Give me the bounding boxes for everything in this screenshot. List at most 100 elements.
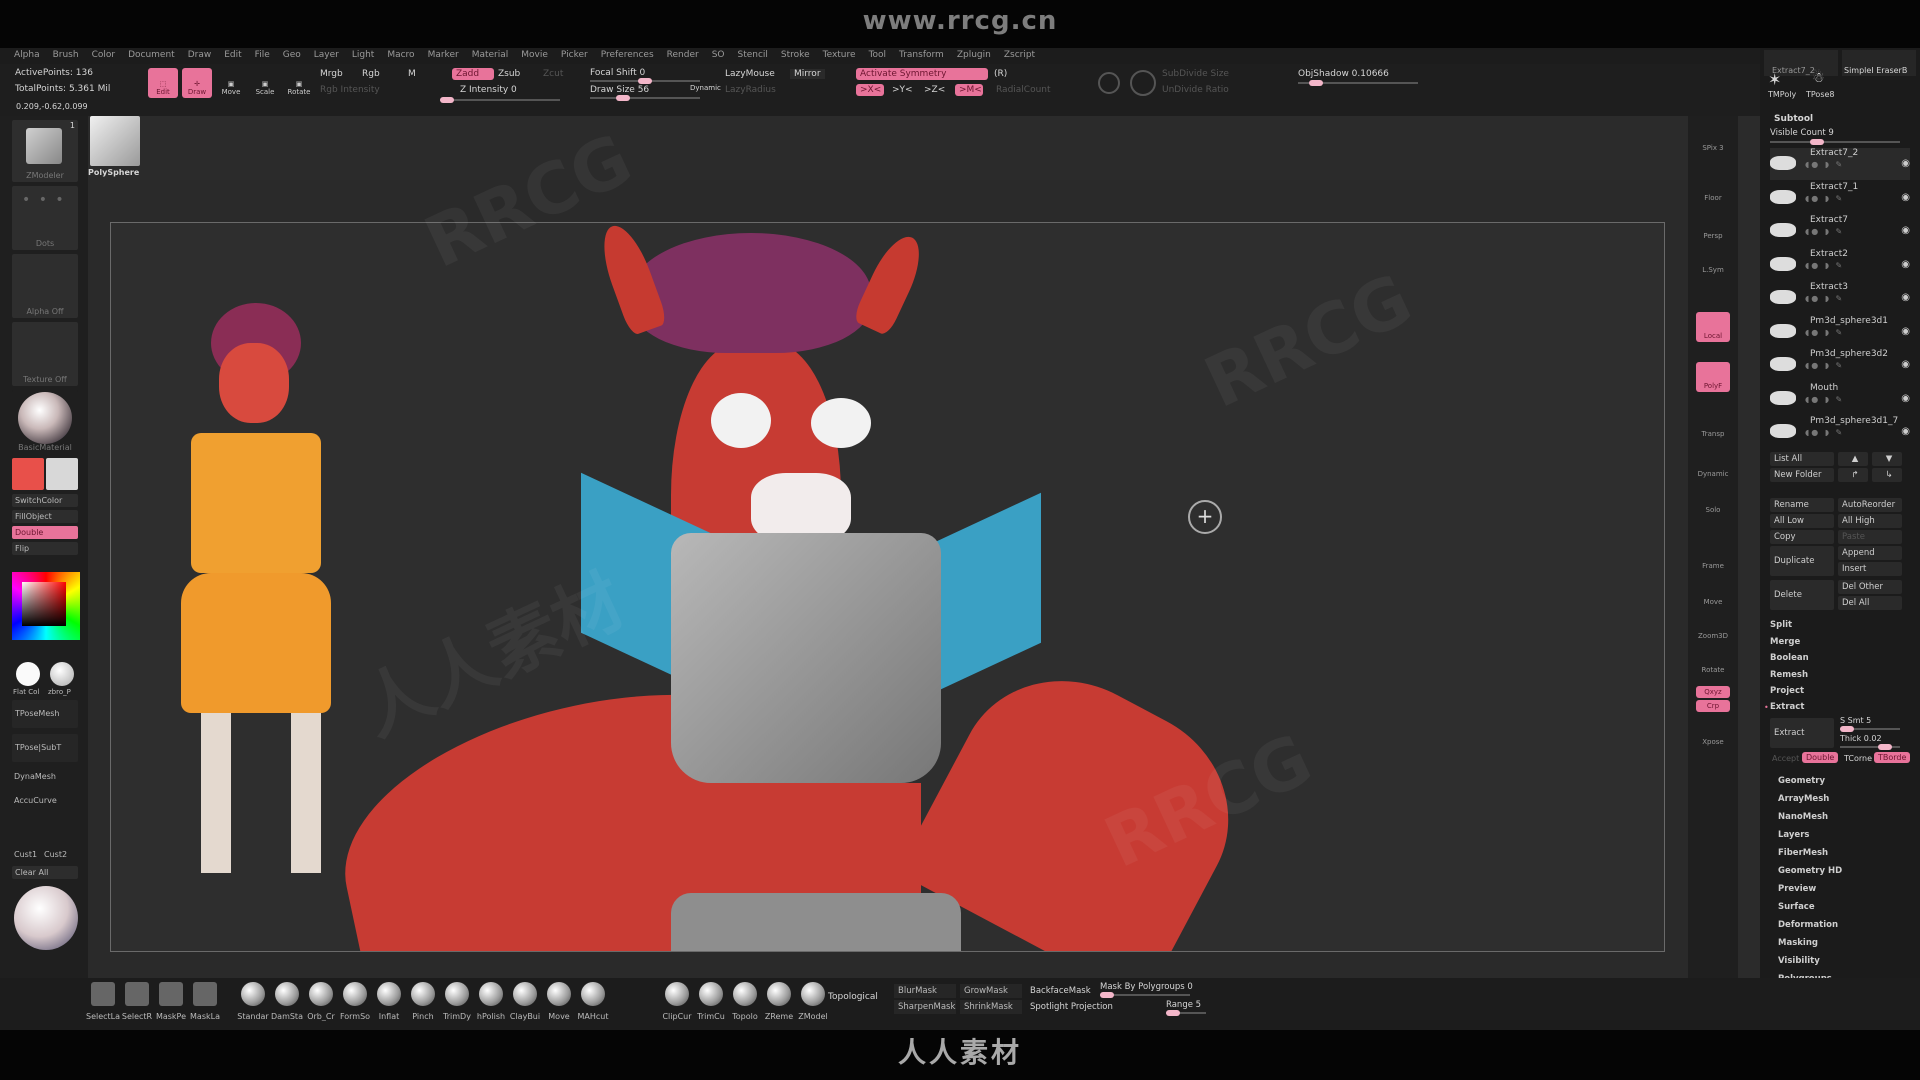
subtool-title[interactable]: Subtool: [1774, 114, 1813, 124]
dynamic-toggle[interactable]: Dynamic: [690, 84, 721, 92]
brush-standar[interactable]: Standar: [236, 982, 270, 1028]
paste-button[interactable]: Paste: [1838, 530, 1902, 544]
move-up-icon[interactable]: ▲: [1838, 452, 1868, 466]
menu-zscript[interactable]: Zscript: [1004, 48, 1042, 64]
draw-size-knob[interactable]: [615, 95, 630, 101]
menu-tool[interactable]: Tool: [869, 48, 893, 64]
dynamesh-button[interactable]: DynaMesh: [14, 772, 56, 781]
palette-deformation[interactable]: Deformation: [1778, 920, 1838, 930]
copy-button[interactable]: Copy: [1770, 530, 1834, 544]
menu-movie[interactable]: Movie: [521, 48, 555, 64]
brush-move[interactable]: Move: [542, 982, 576, 1028]
objshadow-knob[interactable]: [1308, 80, 1323, 86]
autoreorder-button[interactable]: AutoReorder: [1838, 498, 1902, 512]
brush-pinch[interactable]: Pinch: [406, 982, 440, 1028]
brush-selectr[interactable]: SelectR: [120, 982, 154, 1028]
tcorner-toggle[interactable]: TCorne: [1844, 754, 1872, 763]
menu-file[interactable]: File: [255, 48, 277, 64]
document-canvas[interactable]: +: [110, 222, 1665, 952]
mrgb-button[interactable]: Mrgb: [320, 69, 343, 79]
cust2-button[interactable]: Cust2: [44, 850, 67, 859]
shelf-spix-3-button[interactable]: SPix 3: [1696, 124, 1730, 154]
draw-size-slider[interactable]: [590, 95, 700, 101]
gizmo-icon[interactable]: [1098, 72, 1120, 94]
arrow-turn-right-icon[interactable]: ↱: [1838, 468, 1868, 482]
palette-preview[interactable]: Preview: [1778, 884, 1816, 894]
mask-by-polygroups-slider[interactable]: [1100, 992, 1190, 998]
move-button[interactable]: ▣ Move: [216, 68, 246, 98]
brush-maskla[interactable]: MaskLa: [188, 982, 222, 1028]
palette-nanomesh[interactable]: NanoMesh: [1778, 812, 1828, 822]
menu-picker[interactable]: Picker: [561, 48, 595, 64]
duplicate-button[interactable]: Duplicate: [1770, 546, 1834, 576]
color-picker[interactable]: [12, 572, 80, 640]
subtool-row[interactable]: Extract3 ◖● ◗ ✎ ◉: [1770, 282, 1910, 314]
menu-render[interactable]: Render: [667, 48, 706, 64]
subtool-toggle-icons[interactable]: ◖● ◗ ✎: [1805, 428, 1844, 437]
alpha-tile[interactable]: Alpha Off: [12, 254, 78, 318]
eye-icon[interactable]: ◉: [1901, 192, 1910, 203]
subtool-row[interactable]: Extract7_2 ◖● ◗ ✎ ◉: [1770, 148, 1910, 180]
radial-count-slider[interactable]: RadialCount: [996, 85, 1051, 95]
m-button[interactable]: M: [408, 69, 416, 79]
eye-icon[interactable]: ◉: [1901, 225, 1910, 236]
brush-zreme[interactable]: ZReme: [762, 982, 796, 1028]
shelf-persp-button[interactable]: Persp: [1696, 212, 1730, 242]
menu-transform[interactable]: Transform: [899, 48, 951, 64]
scale-button[interactable]: ▣ Scale: [250, 68, 280, 98]
brush-claybui[interactable]: ClayBui: [508, 982, 542, 1028]
topological-label[interactable]: Topological: [828, 992, 878, 1002]
menu-light[interactable]: Light: [352, 48, 381, 64]
rgb-intensity-slider[interactable]: Rgb Intensity: [320, 85, 380, 95]
menu-brush[interactable]: Brush: [53, 48, 86, 64]
material-tile[interactable]: BasicMaterial: [12, 390, 78, 454]
zadd-button[interactable]: Zadd: [452, 68, 494, 80]
menu-geo[interactable]: Geo: [283, 48, 308, 64]
flip-button[interactable]: Flip: [12, 542, 78, 555]
shelf-transp-button[interactable]: Transp: [1696, 410, 1730, 440]
brush-hpolish[interactable]: hPolish: [474, 982, 508, 1028]
menu-material[interactable]: Material: [472, 48, 516, 64]
subtool-toggle-icons[interactable]: ◖● ◗ ✎: [1805, 194, 1844, 203]
polysphere-thumb-icon[interactable]: [90, 116, 140, 166]
flat-color-material-icon[interactable]: [16, 662, 40, 686]
eye-icon[interactable]: ◉: [1901, 326, 1910, 337]
eye-icon[interactable]: ◉: [1901, 426, 1910, 437]
brush-maskpe[interactable]: MaskPe: [154, 982, 188, 1028]
range-slider[interactable]: [1166, 1010, 1206, 1016]
subtool-row[interactable]: Mouth ◖● ◗ ✎ ◉: [1770, 383, 1910, 415]
rename-button[interactable]: Rename: [1770, 498, 1834, 512]
switch-color-button[interactable]: SwitchColor: [12, 494, 78, 507]
merge-section[interactable]: Merge: [1770, 637, 1800, 647]
sym-x-button[interactable]: >X<: [856, 84, 884, 96]
tpose-figure-icon[interactable]: ☃: [1812, 70, 1825, 86]
extract-section-header[interactable]: Extract: [1770, 702, 1804, 712]
palette-layers[interactable]: Layers: [1778, 830, 1809, 840]
shelf-qxyz-button[interactable]: Qxyz: [1696, 686, 1730, 698]
boolean-section[interactable]: Boolean: [1770, 653, 1809, 663]
subtool-toggle-icons[interactable]: ◖● ◗ ✎: [1805, 328, 1844, 337]
subtool-toggle-icons[interactable]: ◖● ◗ ✎: [1805, 294, 1844, 303]
cust1-button[interactable]: Cust1: [14, 850, 37, 859]
spotlight-icon[interactable]: [1130, 70, 1156, 96]
insert-button[interactable]: Insert: [1838, 562, 1902, 576]
sym-m-button[interactable]: >M<: [955, 84, 983, 96]
thick-slider[interactable]: [1840, 744, 1900, 750]
tmpoly-icon[interactable]: ✶: [1768, 70, 1781, 89]
visible-count-knob[interactable]: [1810, 139, 1824, 145]
menu-document[interactable]: Document: [128, 48, 182, 64]
brush-orb-cr[interactable]: Orb_Cr: [304, 982, 338, 1028]
secondary-color-swatch[interactable]: [46, 458, 78, 490]
rotate-button[interactable]: ▣ Rotate: [284, 68, 314, 98]
menu-layer[interactable]: Layer: [314, 48, 346, 64]
stroke-tile[interactable]: • • • Dots: [12, 186, 78, 250]
shelf-crp-button[interactable]: Crp: [1696, 700, 1730, 712]
objshadow-slider[interactable]: [1298, 80, 1418, 86]
shelf-floor-button[interactable]: Floor: [1696, 174, 1730, 204]
menu-edit[interactable]: Edit: [224, 48, 248, 64]
palette-masking[interactable]: Masking: [1778, 938, 1818, 948]
zsub-button[interactable]: Zsub: [498, 69, 520, 79]
brush-mahcut[interactable]: MAHcut: [576, 982, 610, 1028]
subtool-row[interactable]: Extract7 ◖● ◗ ✎ ◉: [1770, 215, 1910, 247]
focal-shift-slider[interactable]: [590, 78, 700, 84]
